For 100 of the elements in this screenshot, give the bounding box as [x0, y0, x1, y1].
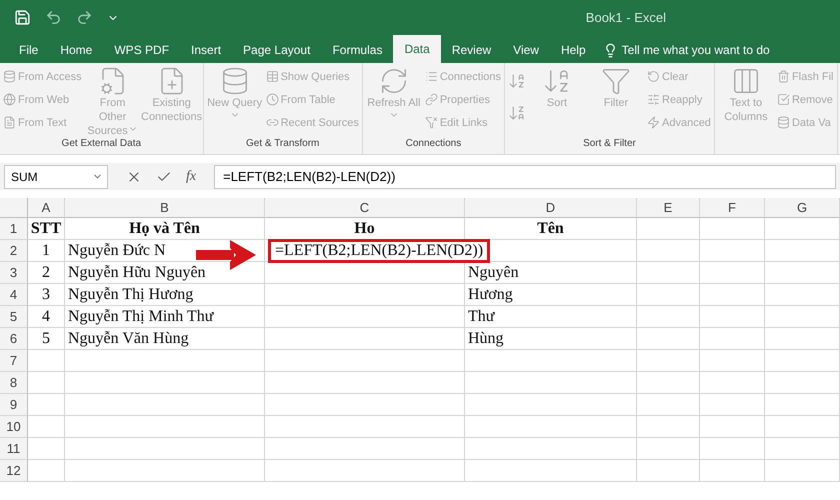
- empty-cell[interactable]: [265, 394, 465, 416]
- empty-cell[interactable]: [765, 394, 840, 416]
- ribbon-item-icon: [3, 93, 16, 106]
- ribbon-tab[interactable]: Formulas: [321, 37, 394, 63]
- empty-cell[interactable]: [65, 438, 265, 460]
- ribbon-tab[interactable]: File: [8, 37, 50, 63]
- insert-function-button[interactable]: fx: [186, 168, 196, 184]
- row-header[interactable]: 1: [0, 218, 28, 240]
- row-header[interactable]: 11: [0, 438, 28, 460]
- empty-cell[interactable]: [765, 262, 840, 284]
- empty-cell[interactable]: [265, 416, 465, 438]
- formula-field[interactable]: =LEFT(B2;LEN(B2)-LEN(D2)): [214, 164, 836, 188]
- empty-cell[interactable]: [65, 372, 265, 394]
- empty-cell[interactable]: [265, 306, 465, 328]
- row-header[interactable]: 4: [0, 284, 28, 306]
- empty-cell[interactable]: [765, 416, 840, 438]
- row-header[interactable]: 5: [0, 306, 28, 328]
- column-header[interactable]: F: [700, 198, 765, 218]
- empty-cell[interactable]: [465, 416, 637, 438]
- undo-icon[interactable]: [45, 9, 62, 26]
- ribbon-item-icon: [266, 93, 279, 106]
- ribbon-tab[interactable]: Help: [550, 37, 597, 63]
- empty-cell[interactable]: [465, 372, 637, 394]
- column-header[interactable]: E: [637, 198, 700, 218]
- name-box[interactable]: SUM: [4, 164, 108, 188]
- empty-cell[interactable]: [637, 372, 700, 394]
- column-header[interactable]: D: [465, 198, 637, 218]
- empty-cell[interactable]: [765, 372, 840, 394]
- empty-cell[interactable]: [700, 460, 765, 482]
- empty-cell[interactable]: [265, 284, 465, 306]
- ribbon-tab[interactable]: WPS PDF: [103, 37, 180, 63]
- empty-cell[interactable]: [637, 306, 700, 328]
- tell-me-field[interactable]: Tell me what you want to do: [596, 37, 770, 63]
- empty-cell[interactable]: [637, 218, 700, 240]
- ribbon-item-icon: [3, 70, 16, 83]
- empty-cell[interactable]: [65, 416, 265, 438]
- empty-cell[interactable]: [265, 460, 465, 482]
- empty-cell[interactable]: [765, 284, 840, 306]
- ribbon-tab[interactable]: Home: [49, 37, 104, 63]
- empty-cell[interactable]: [465, 460, 637, 482]
- ribbon-tab[interactable]: Data: [393, 35, 441, 63]
- empty-cell[interactable]: [765, 218, 840, 240]
- empty-cell[interactable]: [700, 240, 765, 262]
- empty-cell[interactable]: [700, 438, 765, 460]
- empty-cell[interactable]: [637, 460, 700, 482]
- empty-cell[interactable]: [700, 372, 765, 394]
- empty-cell[interactable]: [765, 438, 840, 460]
- empty-cell[interactable]: [700, 350, 765, 372]
- empty-cell[interactable]: [465, 350, 637, 372]
- row-header[interactable]: 7: [0, 350, 28, 372]
- column-header[interactable]: B: [65, 198, 265, 218]
- row-header[interactable]: 2: [0, 240, 28, 262]
- select-all-corner[interactable]: [0, 198, 28, 218]
- row-header[interactable]: 9: [0, 394, 28, 416]
- empty-cell[interactable]: [65, 394, 265, 416]
- row-header[interactable]: 12: [0, 460, 28, 482]
- empty-cell[interactable]: [765, 306, 840, 328]
- empty-cell[interactable]: [700, 262, 765, 284]
- ribbon-tab[interactable]: Review: [440, 37, 502, 63]
- empty-cell[interactable]: [637, 350, 700, 372]
- empty-cell[interactable]: [765, 350, 840, 372]
- empty-cell[interactable]: [765, 240, 840, 262]
- empty-cell[interactable]: [700, 328, 765, 350]
- redo-icon[interactable]: [76, 9, 93, 26]
- empty-cell[interactable]: [700, 218, 765, 240]
- row-header[interactable]: 10: [0, 416, 28, 438]
- empty-cell[interactable]: [465, 394, 637, 416]
- empty-cell[interactable]: [637, 328, 700, 350]
- empty-cell[interactable]: [765, 328, 840, 350]
- save-icon[interactable]: [14, 9, 31, 26]
- column-header[interactable]: C: [265, 198, 465, 218]
- ribbon-tab[interactable]: View: [502, 37, 550, 63]
- empty-cell[interactable]: [265, 350, 465, 372]
- ribbon-tab[interactable]: Insert: [180, 37, 232, 63]
- empty-cell[interactable]: [65, 460, 265, 482]
- empty-cell[interactable]: [765, 460, 840, 482]
- row-header[interactable]: 6: [0, 328, 28, 350]
- empty-cell[interactable]: [265, 438, 465, 460]
- empty-cell[interactable]: [265, 262, 465, 284]
- empty-cell[interactable]: [265, 328, 465, 350]
- empty-cell[interactable]: [637, 284, 700, 306]
- row-header[interactable]: 8: [0, 372, 28, 394]
- empty-cell[interactable]: [700, 416, 765, 438]
- empty-cell[interactable]: [637, 438, 700, 460]
- empty-cell[interactable]: [637, 240, 700, 262]
- column-header[interactable]: A: [28, 198, 65, 218]
- empty-cell[interactable]: [700, 284, 765, 306]
- empty-cell[interactable]: [637, 394, 700, 416]
- empty-cell[interactable]: [700, 306, 765, 328]
- ribbon-tab[interactable]: Page Layout: [232, 37, 322, 63]
- empty-cell[interactable]: [637, 262, 700, 284]
- ribbon-item-icon: [647, 116, 660, 129]
- empty-cell[interactable]: [637, 416, 700, 438]
- empty-cell[interactable]: [265, 372, 465, 394]
- empty-cell[interactable]: [700, 394, 765, 416]
- row-header[interactable]: 3: [0, 262, 28, 284]
- formula-highlight: =LEFT(B2;LEN(B2)-LEN(D2)): [268, 238, 490, 262]
- empty-cell[interactable]: [65, 350, 265, 372]
- column-header[interactable]: G: [765, 198, 840, 218]
- empty-cell[interactable]: [465, 438, 637, 460]
